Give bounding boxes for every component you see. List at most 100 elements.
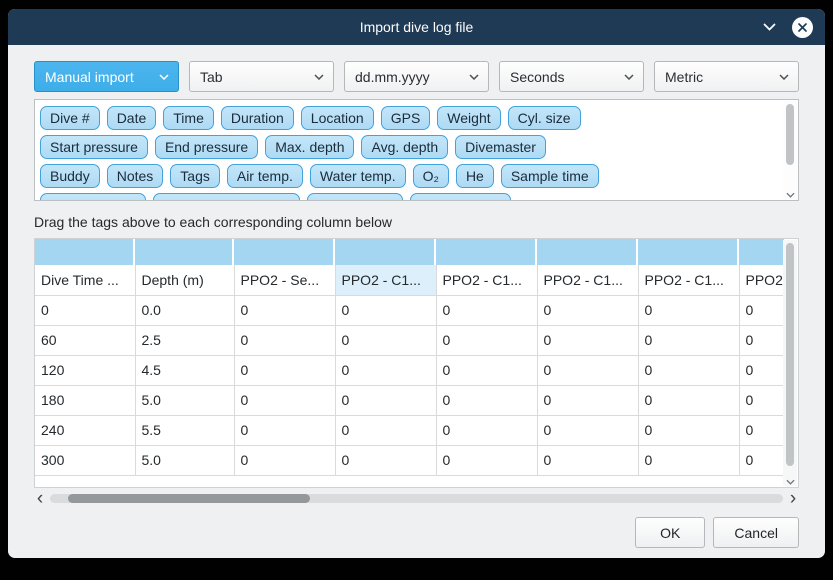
date-format-select[interactable]: dd.mm.yyyy — [344, 61, 489, 92]
table-cell: 0 — [335, 295, 436, 325]
tag-area-scrollbar[interactable] — [783, 101, 797, 199]
tag-area: Dive # DateTime Duration Location GPSWeight C… — [34, 99, 799, 201]
tag-start-pressure[interactable]: Start pressure — [40, 135, 148, 159]
table-cell: 2.5 — [135, 325, 234, 355]
table-cell: 0 — [234, 385, 335, 415]
chevron-down-icon[interactable] — [783, 192, 797, 198]
table-cell: 180 — [35, 385, 135, 415]
scrollbar-thumb[interactable] — [786, 104, 794, 165]
chevron-down-icon — [624, 74, 634, 80]
combo-value: Manual import — [45, 69, 159, 85]
table-row: 1805.0000000 — [35, 385, 786, 415]
data-table: Dive Time ...Depth (m)PPO2 - Se...PPO2 -… — [35, 265, 787, 476]
tag-time[interactable]: Time — [163, 106, 214, 130]
table-cell: 0 — [739, 415, 786, 445]
column-header-5[interactable]: PPO2 - C1... — [537, 265, 638, 295]
drop-cell-1[interactable] — [135, 239, 234, 265]
drop-cell-2[interactable] — [234, 239, 335, 265]
field-separator-select[interactable]: Tab — [189, 61, 334, 92]
drop-cell-3[interactable] — [335, 239, 436, 265]
ok-button[interactable]: OK — [635, 517, 705, 548]
scrollbar-thumb[interactable] — [68, 494, 310, 503]
tag-sample-temperature[interactable]: Sample temperature — [153, 193, 300, 200]
column-header-0[interactable]: Dive Time ... — [35, 265, 135, 295]
tag-avg-depth[interactable]: Avg. depth — [361, 135, 448, 159]
combo-value: Seconds — [510, 69, 624, 85]
tag-sample-po-[interactable]: Sample pO₂ — [307, 193, 402, 200]
column-header-6[interactable]: PPO2 - C1... — [638, 265, 739, 295]
titlebar[interactable]: Import dive log file — [8, 9, 825, 45]
tag-water-temp-[interactable]: Water temp. — [310, 164, 406, 188]
import-source-select[interactable]: Manual import — [34, 61, 179, 92]
table-cell: 60 — [35, 325, 135, 355]
tag-date[interactable]: Date — [107, 106, 157, 130]
table-cell: 0 — [335, 355, 436, 385]
column-header-4[interactable]: PPO2 - C1... — [436, 265, 537, 295]
drop-cell-6[interactable] — [638, 239, 739, 265]
tag-tags[interactable]: Tags — [170, 164, 220, 188]
tag-gps[interactable]: GPS — [381, 106, 431, 130]
tag-divemaster[interactable]: Divemaster — [455, 135, 546, 159]
drop-cell-4[interactable] — [436, 239, 537, 265]
table-row: 2405.5000000 — [35, 415, 786, 445]
tag-end-pressure[interactable]: End pressure — [155, 135, 258, 159]
tag-row: Sample depth Sample temperature Sample pO₂… — [40, 193, 778, 200]
horizontal-scrollbar[interactable]: ‹ › — [34, 491, 799, 506]
combo-value: Tab — [200, 69, 314, 85]
scroll-left-icon[interactable]: ‹ — [34, 492, 46, 505]
table-cell: 0 — [739, 295, 786, 325]
table-cell: 0 — [436, 445, 537, 475]
chevron-down-icon[interactable] — [763, 23, 776, 31]
drop-cell-7[interactable] — [739, 239, 786, 265]
table-cell: 0 — [234, 415, 335, 445]
tag-dive-[interactable]: Dive # — [40, 106, 100, 130]
tag-he[interactable]: He — [456, 164, 494, 188]
column-header-7[interactable]: PPO2 — [739, 265, 786, 295]
close-button[interactable] — [792, 17, 813, 38]
column-header-1[interactable]: Depth (m) — [135, 265, 234, 295]
table-cell: 0 — [537, 385, 638, 415]
chevron-down-icon[interactable] — [783, 479, 797, 485]
tag-air-temp-[interactable]: Air temp. — [227, 164, 303, 188]
tag-notes[interactable]: Notes — [107, 164, 164, 188]
drop-cell-5[interactable] — [537, 239, 638, 265]
tag-weight[interactable]: Weight — [437, 106, 500, 130]
tag-sample-time[interactable]: Sample time — [501, 164, 599, 188]
table-cell: 0 — [537, 295, 638, 325]
table-row: 1204.5000000 — [35, 355, 786, 385]
table-cell: 0 — [234, 355, 335, 385]
table-cell: 0 — [537, 325, 638, 355]
scrollbar-thumb[interactable] — [786, 243, 794, 466]
table-cell: 4.5 — [135, 355, 234, 385]
scroll-right-icon[interactable]: › — [787, 492, 799, 505]
tag-o-[interactable]: O₂ — [413, 164, 449, 188]
column-header-3[interactable]: PPO2 - C1... — [335, 265, 436, 295]
chevron-down-icon — [779, 74, 789, 80]
tag-buddy[interactable]: Buddy — [40, 164, 100, 188]
units-select[interactable]: Metric — [654, 61, 799, 92]
table-scrollbar[interactable] — [783, 240, 797, 486]
table-cell: 0 — [638, 385, 739, 415]
table-cell: 120 — [35, 355, 135, 385]
scrollbar-track[interactable] — [50, 494, 783, 503]
tag-max-depth[interactable]: Max. depth — [265, 135, 354, 159]
tag-sample-cns[interactable]: Sample CNS — [410, 193, 511, 200]
column-header-2[interactable]: PPO2 - Se... — [234, 265, 335, 295]
tag-cyl-size[interactable]: Cyl. size — [508, 106, 581, 130]
tag-location[interactable]: Location — [301, 106, 374, 130]
table-cell: 0 — [234, 295, 335, 325]
tag-sample-depth[interactable]: Sample depth — [40, 193, 146, 200]
chevron-down-icon — [314, 74, 324, 80]
cancel-button[interactable]: Cancel — [713, 517, 799, 548]
table-cell: 0 — [638, 325, 739, 355]
table-row: 00.0000000 — [35, 295, 786, 325]
dialog-footer: OK Cancel — [34, 517, 799, 548]
table-cell: 0 — [739, 445, 786, 475]
table-cell: 240 — [35, 415, 135, 445]
drop-cell-0[interactable] — [35, 239, 135, 265]
time-format-select[interactable]: Seconds — [499, 61, 644, 92]
table-cell: 0 — [638, 445, 739, 475]
import-dialog-window: Import dive log file Manual import Tab d… — [8, 9, 825, 558]
tag-duration[interactable]: Duration — [221, 106, 294, 130]
table-cell: 0 — [638, 415, 739, 445]
